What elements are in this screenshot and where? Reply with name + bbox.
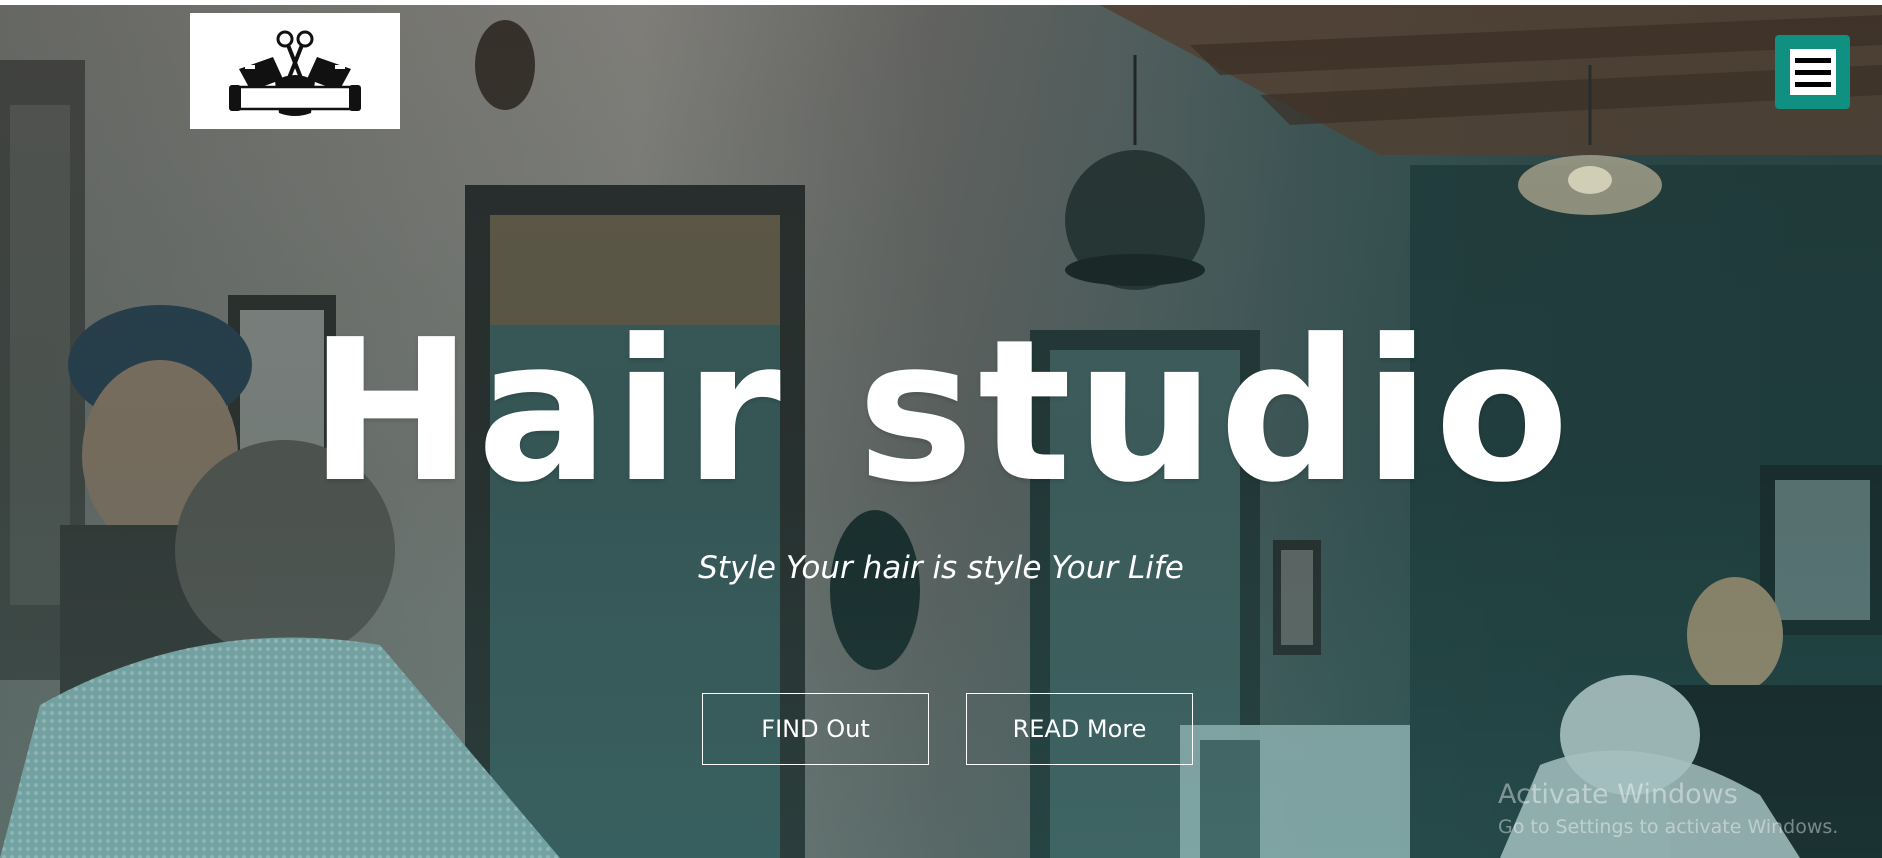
hamburger-menu-icon	[1789, 49, 1836, 95]
watermark-title: Activate Windows	[1498, 779, 1738, 810]
barber-logo-icon	[229, 30, 361, 116]
read-more-button[interactable]: READ More	[966, 693, 1193, 765]
menu-button[interactable]	[1775, 35, 1850, 109]
find-out-button[interactable]: FIND Out	[702, 693, 929, 765]
menu-line-middle	[1794, 69, 1831, 75]
watermark-subtitle: Go to Settings to activate Windows.	[1498, 816, 1839, 838]
top-strip	[0, 0, 1882, 5]
page: Hair studio Style Your hair is style You…	[0, 0, 1882, 858]
activate-windows-watermark: Activate Windows Go to Settings to activ…	[1498, 778, 1838, 842]
hero-subtitle: Style Your hair is style Your Life	[698, 550, 1184, 586]
barber-logo[interactable]	[190, 13, 400, 129]
menu-line-top	[1794, 57, 1831, 63]
hero-title: Hair studio	[308, 298, 1574, 526]
menu-line-bottom	[1794, 81, 1831, 87]
